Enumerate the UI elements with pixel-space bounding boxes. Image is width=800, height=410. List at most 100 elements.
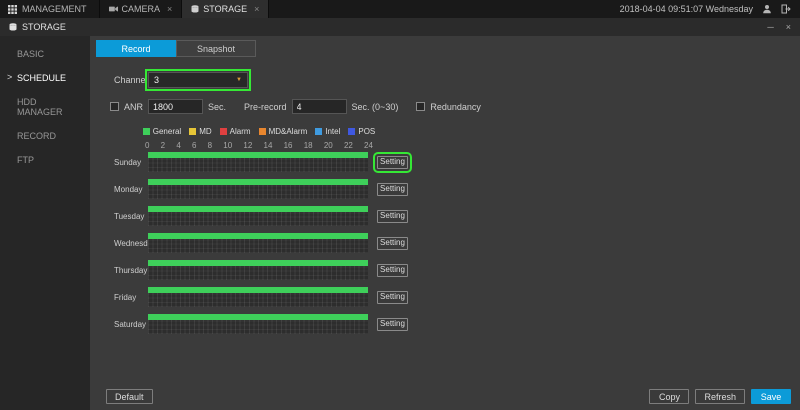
top-tab-storage[interactable]: STORAGE × [182, 0, 269, 18]
record-type-legend: General MD Alarm MD&Alarm Intel POS [148, 127, 370, 136]
record-snapshot-tabs: Record Snapshot [90, 36, 800, 57]
legend-item-md-alarm[interactable]: MD&Alarm [259, 127, 308, 136]
minimize-icon[interactable]: ─ [767, 22, 773, 32]
schedule-grid-friday[interactable] [148, 287, 368, 307]
sidebar-item-ftp[interactable]: FTP [0, 148, 90, 172]
legend-item-alarm[interactable]: Alarm [220, 127, 251, 136]
day-label: Tuesday [114, 212, 148, 221]
legend-item-intel[interactable]: Intel [315, 127, 340, 136]
day-label: Thursday [114, 266, 148, 275]
prerecord-unit-label: Sec. (0~30) [352, 102, 399, 112]
schedule-row-thursday: Thursday Setting [90, 260, 800, 280]
tick-label: 10 [223, 141, 232, 150]
redundancy-label: Redundancy [430, 102, 481, 112]
sidebar-item-label: BASIC [17, 49, 44, 59]
redundancy-checkbox[interactable] [416, 102, 425, 111]
record-bar-general [148, 314, 368, 320]
legend-swatch [348, 128, 355, 135]
tick-label: 8 [208, 141, 212, 150]
setting-button-saturday[interactable]: Setting [377, 318, 408, 331]
schedule-row-sunday: Sunday Setting [90, 152, 800, 172]
close-icon[interactable]: × [167, 4, 172, 14]
default-button[interactable]: Default [106, 389, 153, 404]
prerecord-seconds-input[interactable] [292, 99, 347, 114]
copy-button[interactable]: Copy [649, 389, 689, 404]
sidebar-item-record[interactable]: RECORD [0, 124, 90, 148]
title-bar: STORAGE ─ × [0, 18, 800, 36]
save-button[interactable]: Save [751, 389, 791, 404]
refresh-button[interactable]: Refresh [695, 389, 745, 404]
tick-label: 20 [324, 141, 333, 150]
legend-swatch [220, 128, 227, 135]
channel-label: Channel [114, 75, 148, 85]
grid-menu-icon [8, 5, 17, 14]
schedule-row-saturday: Saturday Setting [90, 314, 800, 334]
legend-label: Alarm [230, 127, 251, 136]
legend-item-md[interactable]: MD [189, 127, 211, 136]
record-bar-general [148, 260, 368, 266]
main-panel: Record Snapshot Channel 3 ▼ ANR Sec. Pre… [90, 36, 800, 410]
top-tab-label: CAMERA [122, 4, 161, 14]
record-bar-general [148, 287, 368, 293]
day-label: Wednesday [114, 239, 148, 248]
setting-button-thursday[interactable]: Setting [377, 264, 408, 277]
management-menu[interactable]: MANAGEMENT [0, 0, 100, 18]
anr-checkbox[interactable] [110, 102, 119, 111]
setting-button-tuesday[interactable]: Setting [377, 210, 408, 223]
schedule-grid-thursday[interactable] [148, 260, 368, 280]
schedule-grid-tuesday[interactable] [148, 206, 368, 226]
channel-row: Channel 3 ▼ [114, 72, 800, 88]
schedule-grid-sunday[interactable] [148, 152, 368, 172]
top-tab-label: STORAGE [203, 4, 247, 14]
anr-row: ANR Sec. Pre-record Sec. (0~30) Redundan… [110, 99, 800, 114]
legend-item-pos[interactable]: POS [348, 127, 375, 136]
logout-icon[interactable] [781, 4, 791, 14]
tick-label: 12 [243, 141, 252, 150]
tick-label: 0 [145, 141, 149, 150]
legend-label: POS [358, 127, 375, 136]
schedule-grid-saturday[interactable] [148, 314, 368, 334]
user-icon[interactable] [762, 4, 772, 14]
legend-swatch [315, 128, 322, 135]
channel-selected-value: 3 [154, 75, 159, 85]
tab-snapshot[interactable]: Snapshot [176, 40, 256, 57]
day-label: Saturday [114, 320, 148, 329]
close-icon[interactable]: × [254, 4, 259, 14]
chevron-right-icon: > [7, 72, 12, 82]
datetime-display: 2018-04-04 09:51:07 Wednesday [620, 4, 753, 14]
setting-button-friday[interactable]: Setting [377, 291, 408, 304]
setting-button-wednesday[interactable]: Setting [377, 237, 408, 250]
close-icon[interactable]: × [786, 22, 791, 32]
setting-button-sunday[interactable]: Setting [377, 156, 408, 169]
setting-button-monday[interactable]: Setting [377, 183, 408, 196]
record-bar-general [148, 233, 368, 239]
sidebar-item-label: HDD MANAGER [17, 97, 63, 117]
sidebar-item-schedule[interactable]: >SCHEDULE [0, 66, 90, 90]
channel-select[interactable]: 3 ▼ [148, 72, 248, 88]
anr-seconds-input[interactable] [148, 99, 203, 114]
legend-swatch [259, 128, 266, 135]
storage-disk-icon [191, 5, 199, 13]
tab-record[interactable]: Record [96, 40, 176, 57]
schedule-grid-monday[interactable] [148, 179, 368, 199]
top-tab-camera[interactable]: CAMERA × [100, 0, 183, 18]
sidebar-item-label: RECORD [17, 131, 56, 141]
record-bar-general [148, 206, 368, 212]
day-label: Monday [114, 185, 148, 194]
sidebar: BASIC >SCHEDULE HDD MANAGER RECORD FTP [0, 36, 90, 410]
timeline-ticks: 0 2 4 6 8 10 12 14 16 18 20 22 24 [145, 141, 373, 150]
record-bar-general [148, 152, 368, 158]
legend-label: MD&Alarm [269, 127, 308, 136]
page-title: STORAGE [22, 22, 66, 32]
sidebar-item-hdd-manager[interactable]: HDD MANAGER [0, 90, 90, 124]
legend-item-general[interactable]: General [143, 127, 181, 136]
day-label: Sunday [114, 158, 148, 167]
schedule-row-tuesday: Tuesday Setting [90, 206, 800, 226]
tick-label: 2 [161, 141, 165, 150]
schedule-grid-wednesday[interactable] [148, 233, 368, 253]
day-label: Friday [114, 293, 148, 302]
sidebar-item-basic[interactable]: BASIC [0, 42, 90, 66]
window-controls: ─ × [767, 22, 791, 32]
tick-label: 22 [344, 141, 353, 150]
camera-icon [109, 5, 118, 13]
